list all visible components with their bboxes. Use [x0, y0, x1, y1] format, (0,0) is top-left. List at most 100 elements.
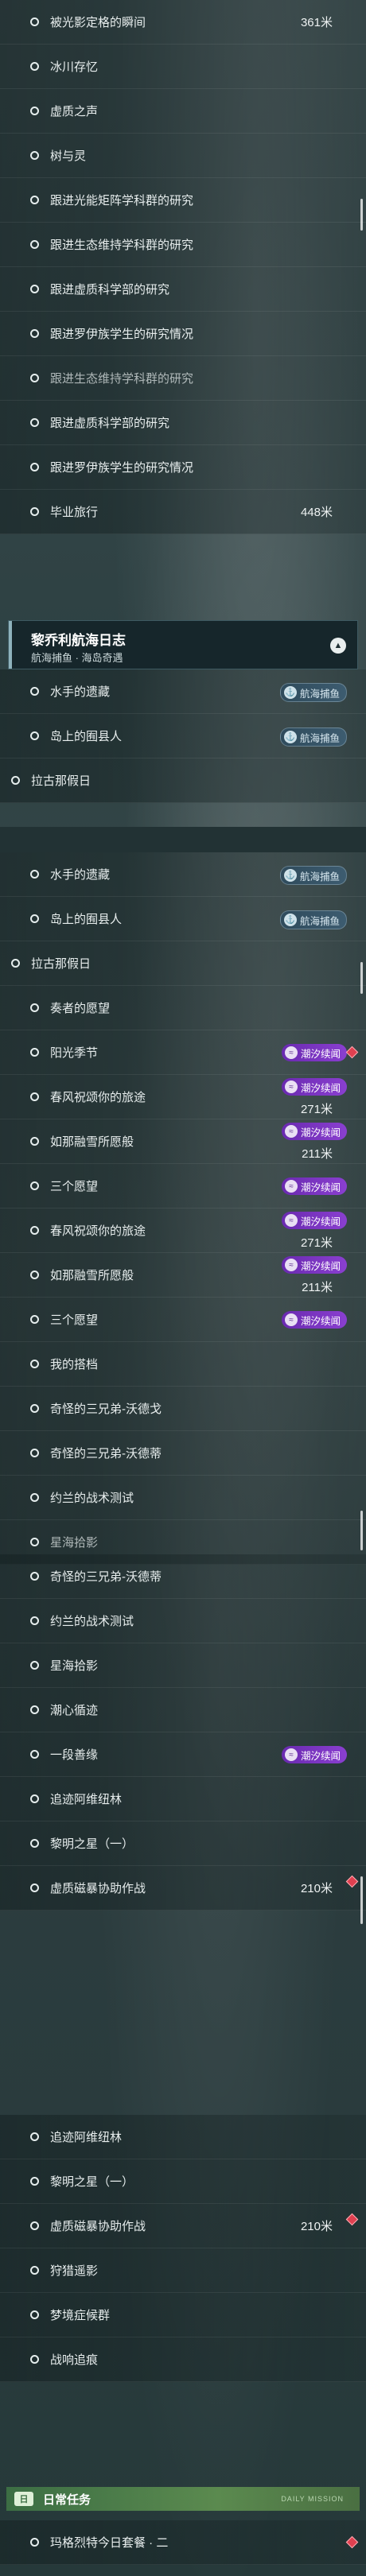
quest-row[interactable]: 约兰的战术测试 [0, 1599, 366, 1643]
quest-tag-label: 航海捕鱼 [299, 915, 340, 927]
wave-icon: ≈ [284, 1748, 298, 1761]
wave-icon: ≈ [284, 1214, 298, 1227]
quest-row[interactable]: 黎明之星（一） [0, 2159, 366, 2204]
quest-row[interactable]: 潮心循迹 [0, 1688, 366, 1732]
quest-distance: 211米 [302, 1281, 333, 1294]
collapse-chevron-icon[interactable]: ▲ [330, 638, 346, 654]
quest-row[interactable]: 奇怪的三兄弟-沃德戈 [0, 1387, 366, 1431]
quest-tag-label: 潮汐续闻 [300, 1181, 341, 1193]
quest-row[interactable]: 春风祝颂你的旅途 ≈ 潮汐续闻 271米 [0, 1208, 366, 1253]
quest-row[interactable]: 梦境症候群 [0, 2293, 366, 2337]
quest-status-circle-icon [30, 329, 39, 338]
quest-row[interactable]: 跟进生态维持学科群的研究 [0, 356, 366, 401]
quest-tag-badge: ≈ 潮汐续闻 [281, 1177, 347, 1195]
quest-label: 跟进虚质科学部的研究 [50, 417, 170, 430]
quest-row[interactable]: 战响追痕 [0, 2337, 366, 2382]
quest-row[interactable]: 跟进生态维持学科群的研究 [0, 223, 366, 267]
quest-label: 跟进罗伊族学生的研究情况 [50, 461, 194, 475]
quest-status-circle-icon [30, 62, 39, 71]
quest-status-circle-icon [11, 776, 20, 785]
scrollbar-thumb[interactable] [360, 199, 363, 231]
quest-row[interactable]: 冰川存忆 [0, 45, 366, 89]
wave-icon: ≈ [284, 1125, 298, 1138]
quest-status-circle-icon [30, 2177, 39, 2186]
quest-status-circle-icon [30, 463, 39, 471]
quest-row[interactable]: 奇怪的三兄弟-沃德蒂 [0, 1554, 366, 1599]
quest-row[interactable]: 奇怪的三兄弟-沃德蒂 [0, 1431, 366, 1476]
quest-row[interactable]: 虚质磁暴协助作战 210米 [0, 2204, 366, 2248]
quest-row[interactable]: 跟进罗伊族学生的研究情况 [0, 312, 366, 356]
quest-row[interactable]: 三个愿望 ≈ 潮汐续闻 [0, 1164, 366, 1208]
quest-row[interactable]: 跟进罗伊族学生的研究情况 [0, 445, 366, 490]
daily-mission-header[interactable]: 日日常任务 DAILY MISSION [6, 2487, 360, 2511]
quest-distance: 210米 [300, 1882, 333, 1895]
quest-label: 黎明之星（一） [50, 2175, 134, 2189]
wave-icon: ≈ [284, 1180, 298, 1193]
scrollbar-thumb[interactable] [360, 1511, 363, 1550]
quest-label: 一段善缘 [50, 1748, 99, 1762]
quest-label: 潮心循迹 [50, 1704, 99, 1717]
quest-row[interactable]: 三个愿望 ≈ 潮汐续闻 [0, 1298, 366, 1342]
sailing-log-group-header[interactable]: 黎乔利航海日志 航海捕鱼 · 海岛奇遇 ▲ [8, 620, 358, 669]
quest-row[interactable]: 约兰的战术测试 [0, 1476, 366, 1520]
quest-tag-label: 航海捕鱼 [299, 688, 340, 700]
quest-row[interactable]: 跟进虚质科学部的研究 [0, 267, 366, 312]
quest-row[interactable]: 虚质之声 [0, 89, 366, 134]
quest-row[interactable]: 狩猎遥影 [0, 2248, 366, 2293]
quest-label: 水手的遗藏 [50, 685, 111, 699]
quest-status-circle-icon [30, 1538, 39, 1546]
quest-row[interactable]: 树与灵 [0, 134, 366, 178]
red-diamond-marker-icon [345, 1875, 359, 1888]
quest-label: 奏者的愿望 [50, 1002, 111, 1015]
quest-row[interactable]: 水手的遗藏 ⚓ 航海捕鱼 [0, 669, 366, 714]
quest-status-circle-icon [30, 2310, 39, 2319]
quest-row[interactable]: 追迹阿维纽林 [0, 2115, 366, 2159]
quest-row[interactable]: 跟进虚质科学部的研究 [0, 401, 366, 445]
quest-row[interactable]: 春风祝颂你的旅途 ≈ 潮汐续闻 271米 [0, 1075, 366, 1119]
quest-row[interactable]: 跟进光能矩阵学科群的研究 [0, 178, 366, 223]
quest-status-circle-icon [30, 1226, 39, 1235]
quest-status-circle-icon [30, 1048, 39, 1057]
quest-status-circle-icon [30, 107, 39, 115]
quest-row[interactable]: 星海拾影 [0, 1643, 366, 1688]
quest-label: 跟进生态维持学科群的研究 [50, 239, 194, 252]
quest-row[interactable]: 如那融雪所愿般 ≈ 潮汐续闻 211米 [0, 1253, 366, 1298]
quest-row[interactable]: 被光影定格的瞬间 361米 [0, 0, 366, 45]
quest-row[interactable]: 追迹阿维纽林 [0, 1777, 366, 1821]
quest-label: 拉古那假日 [31, 774, 92, 788]
quest-row[interactable]: 黎明之星（一） [0, 1821, 366, 1866]
quest-row[interactable]: 拉古那假日 [0, 941, 366, 986]
quest-tag-label: 潮汐续闻 [300, 1127, 341, 1139]
scrollbar-thumb[interactable] [360, 1876, 363, 1924]
quest-label: 跟进生态维持学科群的研究 [50, 372, 194, 386]
quest-status-circle-icon [30, 1616, 39, 1625]
quest-row[interactable]: 奏者的愿望 [0, 986, 366, 1030]
quest-label: 春风祝颂你的旅途 [50, 1091, 146, 1104]
quest-tag-badge: ≈ 潮汐续闻 [281, 1078, 347, 1096]
red-diamond-marker-icon [345, 2213, 359, 2226]
quest-status-circle-icon [30, 2221, 39, 2230]
quest-label: 三个愿望 [50, 1180, 99, 1193]
quest-row[interactable]: 玛格烈特今日套餐 · 二 [0, 2520, 366, 2565]
quest-row[interactable]: 拉古那假日 [0, 758, 366, 803]
quest-row[interactable]: 阳光季节 ≈ 潮汐续闻 [0, 1030, 366, 1075]
quest-tag-badge: ≈ 潮汐续闻 [281, 1123, 347, 1140]
quest-distance: 271米 [300, 1236, 333, 1250]
quest-status-circle-icon [30, 870, 39, 879]
quest-row[interactable]: 岛上的囿县人 ⚓ 航海捕鱼 [0, 714, 366, 758]
quest-tag-label: 潮汐续闻 [300, 1260, 341, 1272]
quest-label: 奇怪的三兄弟-沃德戈 [50, 1402, 162, 1416]
quest-row[interactable]: 水手的遗藏 ⚓ 航海捕鱼 [0, 852, 366, 897]
wave-icon: ≈ [284, 1046, 298, 1059]
quest-row[interactable]: 岛上的囿县人 ⚓ 航海捕鱼 [0, 897, 366, 941]
quest-label: 虚质磁暴协助作战 [50, 1882, 146, 1895]
quest-row[interactable]: 虚质磁暴协助作战 210米 [0, 1866, 366, 1911]
scrollbar-thumb[interactable] [360, 962, 363, 994]
boat-icon: ⚓ [283, 731, 297, 743]
quest-label: 树与灵 [50, 149, 87, 163]
quest-label: 追迹阿维纽林 [50, 2131, 123, 2144]
quest-row[interactable]: 一段善缘 ≈ 潮汐续闻 [0, 1732, 366, 1777]
quest-row[interactable]: 我的搭档 [0, 1342, 366, 1387]
quest-row[interactable]: 如那融雪所愿般 ≈ 潮汐续闻 211米 [0, 1119, 366, 1164]
quest-row[interactable]: 毕业旅行 448米 [0, 490, 366, 534]
